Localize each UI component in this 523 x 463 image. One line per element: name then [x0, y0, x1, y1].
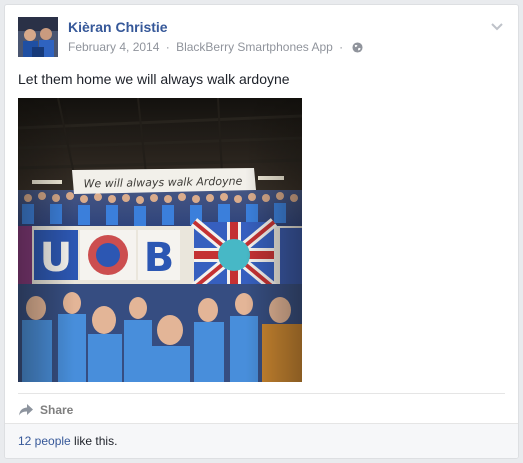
- post-text: Let them home we will always walk ardoyn…: [18, 71, 290, 87]
- chevron-down-icon[interactable]: [490, 19, 504, 33]
- author-name[interactable]: Kièran Christie: [68, 19, 168, 35]
- avatar[interactable]: [18, 17, 58, 57]
- meta-separator-2: ·: [339, 40, 344, 54]
- likes-suffix: like this.: [70, 434, 118, 448]
- post-source-app[interactable]: BlackBerry Smartphones App: [176, 40, 333, 54]
- post-meta: February 4, 2014 · BlackBerry Smartphone…: [68, 40, 363, 56]
- meta-separator: ·: [165, 40, 170, 54]
- actions-divider: [18, 393, 505, 394]
- share-arrow-icon: [19, 404, 33, 416]
- share-label: Share: [40, 403, 74, 417]
- share-button[interactable]: Share: [18, 401, 73, 419]
- post-card: Kièran Christie February 4, 2014 · Black…: [4, 4, 519, 459]
- globe-icon[interactable]: [351, 42, 363, 56]
- likes-summary: 12 people like this.: [18, 434, 117, 448]
- likes-bar: 12 people like this.: [5, 423, 518, 458]
- likes-count-link[interactable]: 12 people: [18, 434, 71, 448]
- post-date[interactable]: February 4, 2014: [68, 40, 159, 54]
- post-photo[interactable]: We will always walk Ardoyne U B: [18, 98, 302, 382]
- post-header: Kièran Christie February 4, 2014 · Black…: [18, 17, 506, 61]
